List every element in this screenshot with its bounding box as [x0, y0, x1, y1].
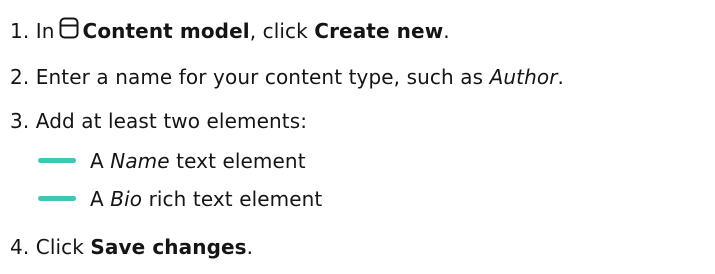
- step-number: 1.: [10, 19, 30, 43]
- content-model-link: Content model: [82, 19, 250, 43]
- list-item: A Name text element: [38, 146, 306, 176]
- step-number: 2.: [10, 65, 30, 89]
- step-text: Enter a name for your content type, such…: [35, 65, 484, 89]
- step-2: 2. Enter a name for your content type, s…: [10, 62, 564, 92]
- sub-text: A: [90, 149, 104, 173]
- sub-text: A: [90, 187, 104, 211]
- bullet-dash: [38, 196, 76, 201]
- step-text: Click: [35, 235, 84, 259]
- content-model-icon: [59, 17, 79, 39]
- example-name: Author: [489, 65, 558, 89]
- step-text: Add at least two elements:: [35, 109, 308, 133]
- save-changes-label: Save changes: [90, 235, 247, 259]
- step-text: .: [557, 65, 564, 89]
- step-text: , click: [249, 19, 308, 43]
- bullet-dash: [38, 158, 76, 163]
- step-text: .: [443, 19, 450, 43]
- instruction-list: 1. In Content model, click Create new. 2.…: [0, 0, 715, 274]
- create-new-label: Create new: [314, 19, 444, 43]
- step-text: In: [35, 19, 55, 43]
- sub-text: rich text element: [148, 187, 323, 211]
- step-3: 3. Add at least two elements:: [10, 106, 307, 136]
- list-item: A Bio rich text element: [38, 184, 322, 214]
- step-4: 4. Click Save changes.: [10, 232, 253, 262]
- element-name: Name: [110, 149, 170, 173]
- step-text: .: [246, 235, 254, 259]
- element-name: Bio: [110, 187, 143, 211]
- step-number: 3.: [10, 109, 30, 133]
- step-1: 1. In Content model, click Create new.: [10, 16, 450, 46]
- sub-text: text element: [176, 149, 306, 173]
- step-number: 4.: [10, 235, 30, 259]
